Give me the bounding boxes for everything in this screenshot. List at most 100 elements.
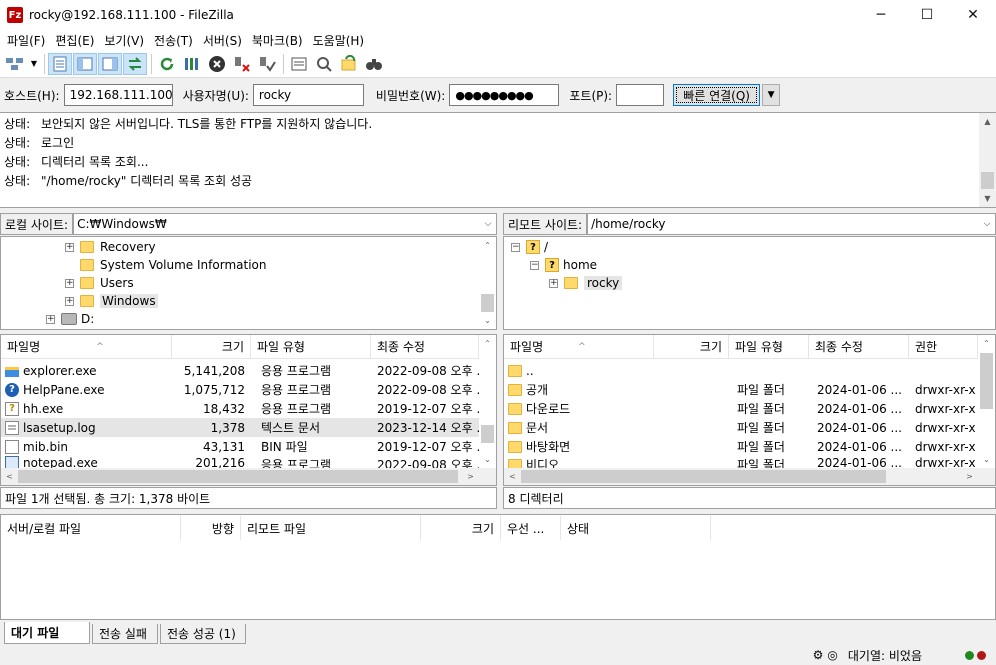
scroll-up-arrow-icon[interactable]: ▲ xyxy=(979,113,996,130)
toggle-local-tree-button[interactable] xyxy=(73,52,97,75)
scroll-thumb[interactable] xyxy=(18,470,458,483)
scroll-thumb[interactable] xyxy=(481,294,494,312)
column-header-status[interactable]: 상태 xyxy=(561,516,711,540)
file-row[interactable]: explorer.exe 5,141,208 응용 프로그램 2022-09-0… xyxy=(1,361,479,380)
gear-icon[interactable]: ⚙ xyxy=(813,648,824,662)
menu-help[interactable]: 도움말(H) xyxy=(308,32,370,49)
scroll-down-arrow-icon[interactable]: ▼ xyxy=(979,190,996,207)
scroll-up-arrow-icon[interactable]: ⌃ xyxy=(479,237,496,254)
column-header-size[interactable]: 크기 xyxy=(654,335,729,359)
file-row[interactable]: .. xyxy=(504,361,978,380)
scroll-down-arrow-icon[interactable]: ⌄ xyxy=(479,451,496,468)
file-row[interactable]: 다운로드 파일 폴더 2024-01-06 ... drwxr-xr-x xyxy=(504,399,978,418)
toggle-remote-tree-button[interactable] xyxy=(98,52,122,75)
cancel-operation-button[interactable] xyxy=(205,53,229,75)
scroll-down-arrow-icon[interactable]: ⌄ xyxy=(479,312,496,329)
message-log-scrollbar[interactable]: ▲ ▼ xyxy=(979,113,996,207)
minimize-button[interactable]: ─ xyxy=(858,0,904,30)
quickconnect-history-dropdown[interactable]: ▼ xyxy=(762,84,781,106)
file-row[interactable]: ? hh.exe 18,432 응용 프로그램 2019-12-07 오후 ... xyxy=(1,399,479,418)
quickconnect-button[interactable]: 빠른 연결(Q) xyxy=(673,84,761,106)
column-header-name[interactable]: 파일명 ^ xyxy=(1,335,172,359)
port-input[interactable] xyxy=(616,84,665,106)
column-header-permissions[interactable]: 권한 xyxy=(909,335,978,359)
file-row[interactable]: ? HelpPane.exe 1,075,712 응용 프로그램 2022-09-… xyxy=(1,380,479,399)
scroll-right-arrow-icon[interactable]: > xyxy=(961,468,978,485)
scroll-thumb[interactable] xyxy=(521,470,886,483)
collapse-icon[interactable]: − xyxy=(511,242,520,252)
column-header-local-file[interactable]: 서버/로컬 파일 xyxy=(1,516,181,540)
column-header-name[interactable]: 파일명 ^ xyxy=(504,335,654,359)
menu-server[interactable]: 서버(S) xyxy=(198,32,247,49)
file-row[interactable]: 바탕화면 파일 폴더 2024-01-06 ... drwxr-xr-x xyxy=(504,437,978,456)
tab-successful-transfers[interactable]: 전송 성공 (1) xyxy=(160,624,246,644)
local-tree-scrollbar[interactable]: ⌃ ⌄ xyxy=(479,237,496,329)
remote-list-hscrollbar[interactable]: < > xyxy=(504,468,995,485)
tree-item-rocky[interactable]: + rocky xyxy=(549,274,623,292)
column-header-type[interactable]: 파일 유형 xyxy=(251,335,371,359)
local-list-hscrollbar[interactable]: < > xyxy=(1,468,496,485)
site-manager-dropdown[interactable]: ▼ xyxy=(28,53,40,75)
tree-item-root[interactable]: −? / xyxy=(511,238,548,256)
site-manager-button[interactable] xyxy=(3,53,27,75)
close-button[interactable]: ✕ xyxy=(950,0,996,30)
local-path-combo[interactable]: C:₩Windows₩ ⌵ xyxy=(73,213,497,235)
scroll-thumb[interactable] xyxy=(481,425,494,443)
column-header-modified[interactable]: 최종 수정 xyxy=(371,335,479,359)
file-row[interactable]: notepad.exe 201,216 응용 프로그램 2022-09-08 오… xyxy=(1,456,479,468)
reconnect-button[interactable] xyxy=(255,53,279,75)
local-list-scrollbar[interactable]: ⌃ ⌄ xyxy=(479,335,496,468)
file-row[interactable]: 공개 파일 폴더 2024-01-06 ... drwxr-xr-x xyxy=(504,380,978,399)
expand-icon[interactable]: + xyxy=(549,278,558,288)
column-header-modified[interactable]: 최종 수정 xyxy=(809,335,909,359)
tree-item-users[interactable]: + Users xyxy=(65,274,134,292)
scroll-left-arrow-icon[interactable]: < xyxy=(504,468,521,485)
column-header-direction[interactable]: 방향 xyxy=(181,516,241,540)
host-input[interactable]: 192.168.111.100 xyxy=(63,84,173,106)
password-input[interactable]: ●●●●●●●●● xyxy=(449,84,560,106)
compare-button[interactable] xyxy=(312,53,336,75)
process-queue-button[interactable] xyxy=(180,53,204,75)
expand-icon[interactable]: + xyxy=(46,314,55,324)
refresh-button[interactable] xyxy=(155,53,179,75)
expand-icon[interactable]: + xyxy=(65,242,74,252)
file-row[interactable]: 문서 파일 폴더 2024-01-06 ... drwxr-xr-x xyxy=(504,418,978,437)
tree-item-recovery[interactable]: + Recovery xyxy=(65,238,156,256)
toggle-queue-button[interactable] xyxy=(123,52,147,75)
column-header-remote-file[interactable]: 리모트 파일 xyxy=(241,516,421,540)
expand-icon[interactable]: + xyxy=(65,278,74,288)
tree-item-home[interactable]: −? home xyxy=(530,256,597,274)
scroll-right-arrow-icon[interactable]: > xyxy=(462,468,479,485)
directory-filter-button[interactable] xyxy=(287,53,311,75)
column-header-size[interactable]: 크기 xyxy=(172,335,251,359)
column-header-size[interactable]: 크기 xyxy=(421,516,501,540)
remote-path-combo[interactable]: /home/rocky ⌵ xyxy=(587,213,996,235)
scroll-thumb[interactable] xyxy=(981,172,994,189)
maximize-button[interactable]: ☐ xyxy=(904,0,950,30)
expand-icon[interactable]: + xyxy=(65,296,74,306)
remote-list-scrollbar[interactable]: ⌃ ⌄ xyxy=(978,335,995,468)
menu-edit[interactable]: 편집(E) xyxy=(50,32,99,49)
file-row[interactable]: 비디오 파일 폴더 2024-01-06 ... drwxr-xr-x xyxy=(504,456,978,468)
file-row-selected[interactable]: lsasetup.log 1,378 텍스트 문서 2023-12-14 오후 … xyxy=(1,418,479,437)
tree-item-system-volume-information[interactable]: System Volume Information xyxy=(80,256,266,274)
column-header-priority[interactable]: 우선 ... xyxy=(501,516,561,540)
scroll-thumb[interactable] xyxy=(980,353,993,409)
tree-item-drive-d[interactable]: + D: xyxy=(46,310,94,328)
collapse-icon[interactable]: − xyxy=(530,260,539,270)
tab-queued-files[interactable]: 대기 파일 xyxy=(4,622,90,644)
speed-limit-icon[interactable]: ◎ xyxy=(827,648,837,662)
file-row[interactable]: mib.bin 43,131 BIN 파일 2019-12-07 오후 ... xyxy=(1,437,479,456)
menu-view[interactable]: 보기(V) xyxy=(99,32,149,49)
toggle-message-log-button[interactable] xyxy=(48,52,72,75)
menu-file[interactable]: 파일(F) xyxy=(2,32,50,49)
menu-transfer[interactable]: 전송(T) xyxy=(149,32,198,49)
column-header-type[interactable]: 파일 유형 xyxy=(729,335,809,359)
sync-browsing-button[interactable] xyxy=(337,53,361,75)
tab-failed-transfers[interactable]: 전송 실패 xyxy=(92,624,158,644)
scroll-down-arrow-icon[interactable]: ⌄ xyxy=(978,451,995,468)
scroll-up-arrow-icon[interactable]: ⌃ xyxy=(479,335,496,352)
scroll-up-arrow-icon[interactable]: ⌃ xyxy=(978,335,995,352)
search-files-button[interactable] xyxy=(362,53,386,75)
scroll-left-arrow-icon[interactable]: < xyxy=(1,468,18,485)
